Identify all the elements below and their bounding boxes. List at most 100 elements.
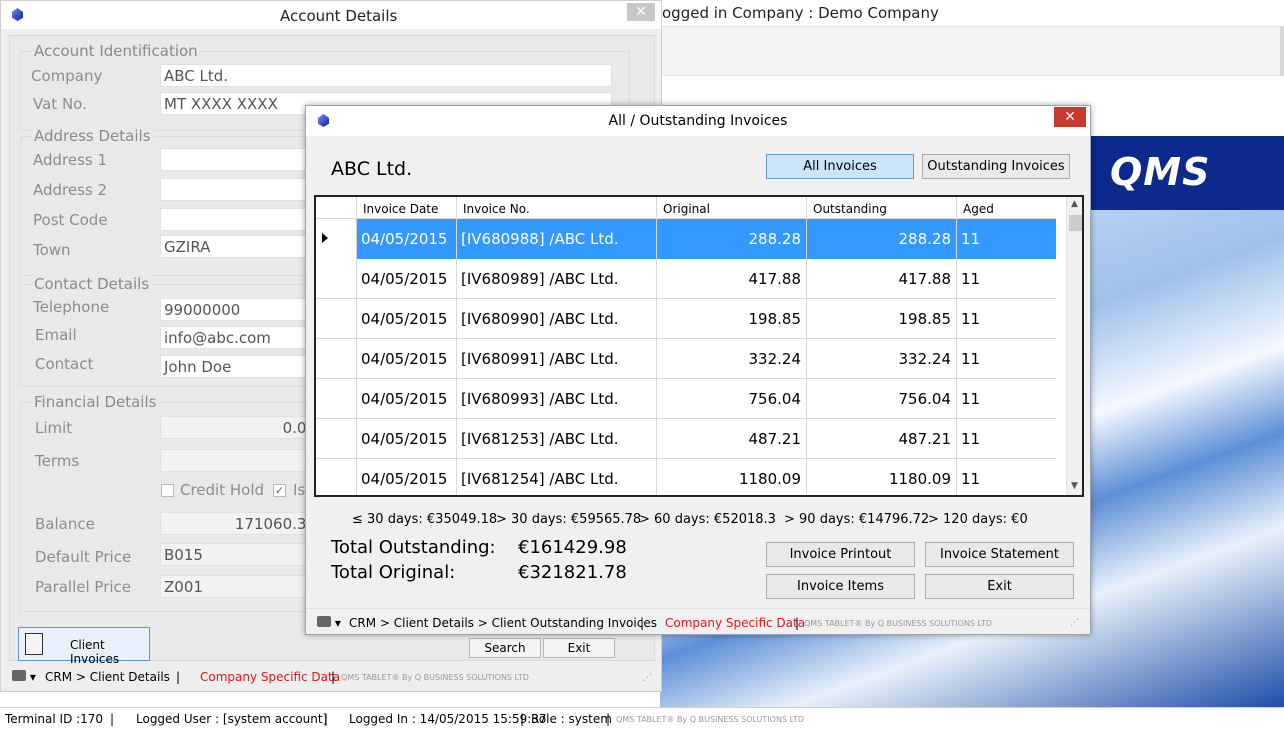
column-header-original[interactable]: Original (656, 197, 806, 219)
column-header-aged[interactable]: Aged (956, 197, 1056, 219)
table-cell: 487.21 (656, 419, 806, 459)
invoices-titlebar[interactable]: All / Outstanding Invoices (306, 106, 1090, 136)
resize-grip-icon[interactable]: ⋰ (1070, 618, 1079, 628)
table-cell: 417.88 (806, 259, 956, 299)
group-label: Account Identification (32, 42, 200, 60)
is-checkbox[interactable]: ✓ (273, 484, 286, 497)
printer-menu[interactable]: ▾ (12, 670, 36, 684)
row-header[interactable] (316, 459, 356, 495)
terms-field[interactable]: 0 (160, 449, 320, 472)
table-cell: 04/05/2015 (356, 379, 456, 419)
invoice-statement-button[interactable]: Invoice Statement (925, 542, 1074, 567)
table-cell: 1180.09 (656, 459, 806, 495)
printer-menu[interactable]: ▾ (317, 616, 341, 630)
client-invoices-button[interactable]: Client Invoices (18, 627, 150, 666)
balance-field[interactable]: 171060.32 (160, 512, 320, 535)
total-original-value: €321821.78 (518, 562, 627, 583)
row-header[interactable] (316, 419, 356, 459)
group-label: Address Details (32, 127, 153, 145)
scroll-up-icon[interactable]: ▲ (1071, 199, 1078, 209)
scroll-down-icon[interactable]: ▼ (1071, 481, 1078, 491)
all-invoices-button[interactable]: All Invoices (766, 154, 914, 179)
total-outstanding-label: Total Outstanding: (331, 537, 496, 558)
town-field[interactable]: GZIRA (160, 235, 320, 258)
default-price-field[interactable]: B015 (160, 543, 320, 566)
table-row[interactable]: 04/05/2015 [IV680989] /ABC Ltd. 417.88 417.… (316, 259, 1056, 299)
exit-button[interactable]: Exit (543, 638, 615, 658)
close-button[interactable]: ✕ (627, 3, 655, 21)
address1-field[interactable] (160, 148, 320, 171)
table-row[interactable]: 04/05/2015 [IV681254] /ABC Ltd. 1180.09 118… (316, 459, 1056, 495)
brand-footer: QMS TABLET® By Q BUSINESS SOLUTIONS LTD (804, 619, 992, 628)
table-row[interactable]: 04/05/2015 [IV680991] /ABC Ltd. 332.24 332.… (316, 339, 1056, 379)
invoices-status-strip: ▾ CRM > Client Details > Client Outstand… (306, 608, 1090, 634)
table-row[interactable]: 04/05/2015 [IV681253] /ABC Ltd. 487.21 487.… (316, 419, 1056, 459)
separator: | (606, 712, 611, 726)
table-cell: [IV680993] /ABC Ltd. (456, 379, 656, 419)
table-cell: 11 (956, 379, 1056, 419)
table-row[interactable]: 04/05/2015 [IV680988] /ABC Ltd. 288.28 288.… (316, 219, 1056, 259)
table-row[interactable]: 04/05/2015 [IV680993] /ABC Ltd. 756.04 756.… (316, 379, 1056, 419)
row-header[interactable] (316, 259, 356, 299)
table-cell: 1180.09 (806, 459, 956, 495)
printer-icon (317, 616, 331, 627)
total-original-label: Total Original: (331, 562, 456, 583)
vertical-scrollbar[interactable]: ▲ ▼ (1066, 197, 1082, 495)
email-field[interactable]: info@abc.com (160, 326, 320, 349)
aging-le30: ≤ 30 days: €35049.18 (352, 512, 498, 527)
invoice-printout-button[interactable]: Invoice Printout (766, 542, 915, 567)
table-cell: 04/05/2015 (356, 459, 456, 495)
logged-user: Logged User : [system account] (136, 712, 328, 726)
column-header-invoice-no[interactable]: Invoice No. (456, 197, 656, 219)
is-label: Is (293, 481, 306, 499)
postcode-field[interactable] (160, 208, 320, 231)
outstanding-invoices-window: All / Outstanding Invoices ✕ ABC Ltd. Al… (305, 105, 1091, 635)
separator: | (331, 670, 336, 684)
table-cell: 04/05/2015 (356, 259, 456, 299)
exit-button[interactable]: Exit (925, 574, 1074, 599)
invoice-items-button[interactable]: Invoice Items (766, 574, 915, 599)
table-cell: 11 (956, 459, 1056, 495)
resize-grip-icon[interactable]: ⋰ (643, 673, 652, 683)
search-button[interactable]: Search (469, 638, 541, 658)
table-cell: [IV680988] /ABC Ltd. (456, 219, 656, 259)
logged-in-time: Logged In : 14/05/2015 15:59:37 (349, 712, 547, 726)
row-pointer-icon (322, 233, 328, 243)
outstanding-invoices-button[interactable]: Outstanding Invoices (922, 154, 1070, 179)
top-toolbar-strip (662, 26, 1284, 76)
contact-field[interactable]: John Doe (160, 355, 320, 378)
table-row[interactable]: 04/05/2015 [IV680990] /ABC Ltd. 198.85 198.… (316, 299, 1056, 339)
email-label: Email (35, 326, 77, 344)
row-header[interactable] (316, 299, 356, 339)
aging-gt60: > 60 days: €52018.3 (639, 512, 776, 527)
credit-hold-checkbox[interactable] (161, 484, 174, 497)
balance-label: Balance (35, 515, 95, 533)
window-title: Account Details (280, 7, 398, 25)
row-header[interactable] (316, 339, 356, 379)
parallel-price-field[interactable]: Z001 (160, 575, 320, 598)
table-cell: 288.28 (806, 219, 956, 259)
address2-field[interactable] (160, 178, 320, 201)
client-invoices-label: Client Invoices (70, 638, 120, 666)
table-cell: 198.85 (656, 299, 806, 339)
row-header[interactable] (316, 379, 356, 419)
telephone-field[interactable]: 99000000 (160, 298, 320, 321)
scrollbar-thumb[interactable] (1069, 215, 1082, 231)
table-cell: 288.28 (656, 219, 806, 259)
limit-field[interactable]: 0.00 (160, 416, 320, 439)
close-button[interactable]: ✕ (1054, 107, 1086, 127)
total-outstanding-value: €161429.98 (518, 537, 627, 558)
table-cell: [IV680991] /ABC Ltd. (456, 339, 656, 379)
column-header-invoice-date[interactable]: Invoice Date (356, 197, 456, 219)
column-header-outstanding[interactable]: Outstanding (806, 197, 956, 219)
table-cell: 04/05/2015 (356, 419, 456, 459)
table-cell: 04/05/2015 (356, 339, 456, 379)
app-status-bar: Terminal ID :170 | Logged User : [system… (0, 707, 1284, 730)
vat-label: Vat No. (33, 95, 87, 113)
group-label: Financial Details (32, 393, 159, 411)
separator: | (520, 712, 525, 726)
app-gem-icon (12, 8, 23, 21)
company-field[interactable]: ABC Ltd. (160, 64, 612, 87)
row-header[interactable] (316, 219, 356, 259)
account-details-titlebar[interactable]: Account Details (1, 1, 661, 29)
